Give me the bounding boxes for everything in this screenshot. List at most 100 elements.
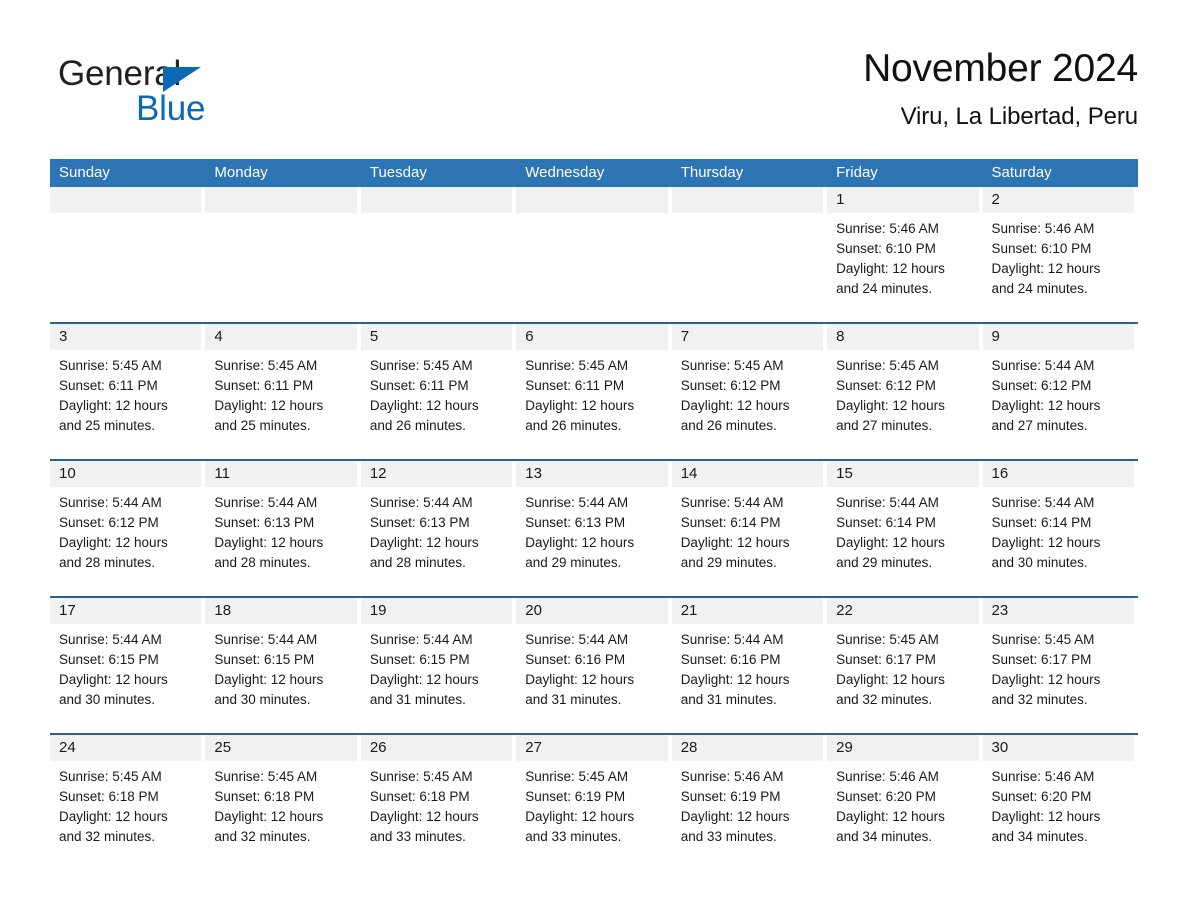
day-number-band (360, 187, 513, 213)
day-cell-content: 28 Sunrise: 5:46 AM Sunset: 6:19 PM Dayligh… (671, 735, 827, 870)
daylight-text-line2: and 27 minutes. (836, 418, 933, 433)
calendar-day-cell[interactable]: 11 Sunrise: 5:44 AM Sunset: 6:13 PM Dayligh… (205, 459, 361, 597)
weekday-header-monday: Monday (205, 159, 361, 187)
generalblue-logo[interactable]: General Blue (58, 54, 358, 134)
daylight-text-line1: Daylight: 12 hours (59, 809, 168, 824)
day-cell-content: 13 Sunrise: 5:44 AM Sunset: 6:13 PM Dayligh… (516, 461, 671, 596)
calendar-day-cell[interactable]: 7 Sunrise: 5:45 AM Sunset: 6:12 PM Daylight… (671, 322, 828, 460)
day-number: 2 (991, 191, 1000, 208)
day-number: 9 (991, 328, 1000, 345)
calendar-day-cell[interactable]: 3 Sunrise: 5:45 AM Sunset: 6:11 PM Daylight… (50, 322, 206, 460)
daylight-text-line1: Daylight: 12 hours (991, 535, 1101, 550)
month-calendar-table: Sunday Monday Tuesday Wednesday Thursday… (50, 159, 1138, 870)
day-sun-info: Sunrise: 5:44 AM Sunset: 6:14 PM Daylight:… (827, 487, 982, 573)
day-number: 17 (59, 602, 76, 619)
daylight-text-line2: and 24 minutes. (991, 281, 1088, 296)
calendar-day-cell[interactable]: 5 Sunrise: 5:45 AM Sunset: 6:11 PM Daylight… (360, 322, 517, 460)
calendar-day-cell[interactable]: 20 Sunrise: 5:44 AM Sunset: 6:16 PM Dayligh… (516, 596, 672, 734)
day-cell-content: 7 Sunrise: 5:45 AM Sunset: 6:12 PM Daylight… (671, 324, 827, 459)
calendar-day-cell[interactable]: 2 Sunrise: 5:46 AM Sunset: 6:10 PM Daylight… (982, 187, 1138, 323)
day-number-band: 12 (360, 461, 513, 487)
sunset-text: Sunset: 6:18 PM (369, 789, 470, 804)
day-cell-content (671, 187, 827, 322)
sunrise-text: Sunrise: 5:44 AM (369, 632, 473, 647)
calendar-day-cell[interactable]: 27 Sunrise: 5:45 AM Sunset: 6:19 PM Dayligh… (516, 733, 672, 870)
sunrise-text: Sunrise: 5:46 AM (836, 769, 939, 784)
calendar-day-cell[interactable]: 17 Sunrise: 5:44 AM Sunset: 6:15 PM Dayligh… (50, 596, 206, 734)
calendar-day-cell[interactable]: 19 Sunrise: 5:44 AM Sunset: 6:15 PM Dayligh… (360, 596, 517, 734)
daylight-text-line2: and 30 minutes. (59, 692, 156, 707)
day-number: 14 (680, 465, 698, 482)
daylight-text-line2: and 30 minutes. (214, 692, 311, 707)
calendar-day-cell[interactable]: 6 Sunrise: 5:45 AM Sunset: 6:11 PM Daylight… (516, 322, 672, 460)
daylight-text-line1: Daylight: 12 hours (369, 535, 479, 550)
day-number-band: 29 (827, 735, 979, 761)
daylight-text-line2: and 25 minutes. (59, 418, 156, 433)
calendar-day-cell[interactable]: 1 Sunrise: 5:46 AM Sunset: 6:10 PM Daylight… (827, 187, 982, 323)
daylight-text-line1: Daylight: 12 hours (214, 672, 324, 687)
weekday-header-saturday: Saturday (982, 159, 1138, 187)
calendar-day-cell[interactable]: 24 Sunrise: 5:45 AM Sunset: 6:18 PM Dayligh… (50, 733, 206, 870)
day-sun-info: Sunrise: 5:46 AM Sunset: 6:10 PM Daylight:… (827, 213, 982, 299)
calendar-day-cell[interactable]: 29 Sunrise: 5:46 AM Sunset: 6:20 PM Dayligh… (827, 733, 983, 870)
day-number-band: 19 (360, 598, 513, 624)
day-cell-content: 27 Sunrise: 5:45 AM Sunset: 6:19 PM Dayligh… (516, 735, 671, 870)
daylight-text-line2: and 29 minutes. (680, 555, 777, 570)
sunrise-text: Sunrise: 5:45 AM (59, 358, 162, 373)
calendar-day-cell[interactable]: 9 Sunrise: 5:44 AM Sunset: 6:12 PM Daylight… (982, 322, 1138, 460)
calendar-day-cell[interactable]: 26 Sunrise: 5:45 AM Sunset: 6:18 PM Dayligh… (360, 733, 517, 870)
calendar-day-cell[interactable]: 18 Sunrise: 5:44 AM Sunset: 6:15 PM Dayligh… (205, 596, 361, 734)
day-number: 24 (59, 739, 76, 756)
calendar-day-cell[interactable]: 30 Sunrise: 5:46 AM Sunset: 6:20 PM Dayligh… (982, 733, 1138, 870)
weekday-header-tuesday: Tuesday (360, 159, 517, 187)
day-sun-info: Sunrise: 5:44 AM Sunset: 6:15 PM Daylight:… (50, 624, 205, 710)
calendar-day-cell[interactable]: 12 Sunrise: 5:44 AM Sunset: 6:13 PM Dayligh… (360, 459, 517, 597)
daylight-text-line1: Daylight: 12 hours (59, 535, 168, 550)
sunrise-text: Sunrise: 5:45 AM (680, 358, 784, 373)
calendar-day-cell[interactable]: 21 Sunrise: 5:44 AM Sunset: 6:16 PM Dayligh… (671, 596, 828, 734)
day-cell-content: 17 Sunrise: 5:44 AM Sunset: 6:15 PM Dayligh… (50, 598, 205, 733)
day-number-band: 13 (516, 461, 668, 487)
calendar-day-cell[interactable]: 22 Sunrise: 5:45 AM Sunset: 6:17 PM Dayligh… (827, 596, 983, 734)
day-number-band: 11 (205, 461, 357, 487)
daylight-text-line1: Daylight: 12 hours (680, 672, 790, 687)
daylight-text-line1: Daylight: 12 hours (836, 672, 945, 687)
calendar-day-cell[interactable]: 14 Sunrise: 5:44 AM Sunset: 6:14 PM Dayligh… (671, 459, 828, 597)
day-cell-content: 10 Sunrise: 5:44 AM Sunset: 6:12 PM Dayligh… (50, 461, 205, 596)
calendar-day-cell[interactable]: 13 Sunrise: 5:44 AM Sunset: 6:13 PM Dayligh… (516, 459, 672, 597)
weekday-header-thursday: Thursday (671, 159, 828, 187)
sunset-text: Sunset: 6:20 PM (991, 789, 1092, 804)
weekday-header-row: Sunday Monday Tuesday Wednesday Thursday… (50, 159, 1138, 187)
day-sun-info: Sunrise: 5:44 AM Sunset: 6:15 PM Daylight:… (361, 624, 516, 710)
sunrise-text: Sunrise: 5:44 AM (991, 495, 1095, 510)
calendar-day-cell-empty (360, 187, 516, 323)
sunrise-text: Sunrise: 5:45 AM (214, 358, 318, 373)
calendar-day-cell-empty (50, 187, 205, 323)
day-sun-info: Sunrise: 5:46 AM Sunset: 6:20 PM Daylight:… (983, 761, 1138, 847)
daylight-text-line1: Daylight: 12 hours (214, 535, 324, 550)
calendar-day-cell[interactable]: 10 Sunrise: 5:44 AM Sunset: 6:12 PM Dayligh… (50, 459, 206, 597)
sunrise-text: Sunrise: 5:45 AM (525, 358, 629, 373)
daylight-text-line1: Daylight: 12 hours (991, 809, 1101, 824)
day-number-band: 30 (982, 735, 1134, 761)
sunset-text: Sunset: 6:12 PM (59, 515, 159, 530)
calendar-day-cell[interactable]: 25 Sunrise: 5:45 AM Sunset: 6:18 PM Dayligh… (205, 733, 361, 870)
daylight-text-line2: and 34 minutes. (991, 829, 1088, 844)
sunset-text: Sunset: 6:15 PM (59, 652, 159, 667)
calendar-day-cell[interactable]: 4 Sunrise: 5:45 AM Sunset: 6:11 PM Daylight… (205, 322, 361, 460)
calendar-day-cell[interactable]: 23 Sunrise: 5:45 AM Sunset: 6:17 PM Dayligh… (982, 596, 1138, 734)
day-number-band: 1 (827, 187, 979, 213)
calendar-day-cell[interactable]: 15 Sunrise: 5:44 AM Sunset: 6:14 PM Dayligh… (827, 459, 983, 597)
daylight-text-line2: and 24 minutes. (836, 281, 933, 296)
day-sun-info: Sunrise: 5:45 AM Sunset: 6:11 PM Daylight:… (50, 350, 205, 436)
daylight-text-line2: and 25 minutes. (214, 418, 311, 433)
sunset-text: Sunset: 6:11 PM (525, 378, 625, 393)
calendar-day-cell[interactable]: 28 Sunrise: 5:46 AM Sunset: 6:19 PM Dayligh… (671, 733, 828, 870)
calendar-day-cell[interactable]: 8 Sunrise: 5:45 AM Sunset: 6:12 PM Daylight… (827, 322, 983, 460)
daylight-text-line1: Daylight: 12 hours (369, 398, 479, 413)
sunrise-text: Sunrise: 5:45 AM (991, 632, 1095, 647)
daylight-text-line1: Daylight: 12 hours (214, 809, 324, 824)
day-number-band: 15 (827, 461, 979, 487)
calendar-day-cell[interactable]: 16 Sunrise: 5:44 AM Sunset: 6:14 PM Dayligh… (982, 459, 1138, 597)
daylight-text-line1: Daylight: 12 hours (991, 398, 1101, 413)
